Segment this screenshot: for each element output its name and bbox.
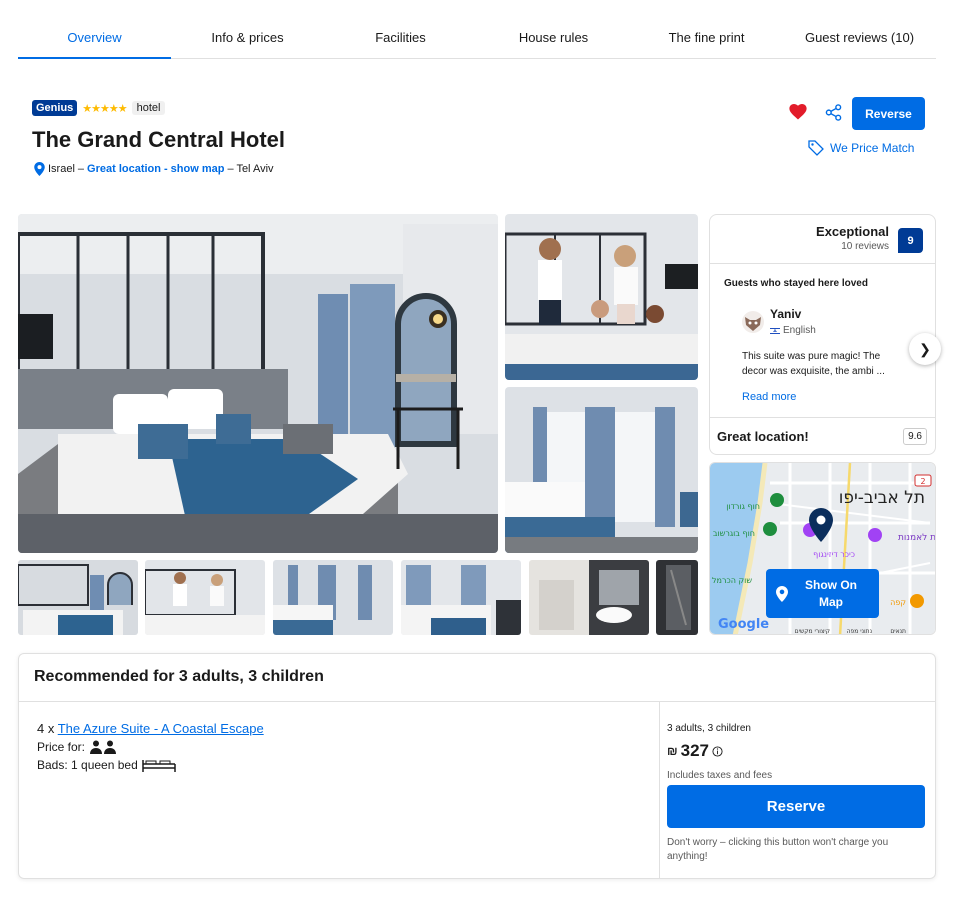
review-text: This suite was pure magic! The decor was…	[742, 351, 885, 377]
read-more-link[interactable]: Read more	[742, 391, 796, 403]
price-tag-icon	[808, 140, 824, 156]
map-label-bograshov: חוף בוגרשוב	[713, 529, 755, 538]
price-for-label: Price for:	[37, 740, 86, 754]
thumbnail-3[interactable]	[273, 560, 393, 635]
map-footer-shortcuts[interactable]: קיצורי מקשים	[795, 628, 830, 635]
family-photo-image	[505, 214, 698, 380]
divider	[659, 701, 660, 878]
price-match-label: We Price Match	[830, 141, 915, 155]
tab-facilities[interactable]: Facilities	[324, 18, 477, 58]
map-label-dizengoff: כיכר דיזינגוף	[813, 550, 855, 559]
show-on-map-button[interactable]: Show On Map	[766, 569, 879, 618]
divider	[19, 701, 935, 702]
star-rating: ★★★★★	[82, 102, 127, 115]
thumbnail-image	[529, 560, 649, 635]
reviewer-language: English	[770, 325, 816, 336]
hotel-badges: Genius ★★★★★ hotel	[32, 100, 166, 116]
address-country: Israel	[48, 163, 75, 175]
thumbnail-5[interactable]	[529, 560, 649, 635]
map-footer-data[interactable]: נתוני מפה	[847, 628, 872, 635]
guests-loved-heading: Guests who stayed here loved	[724, 278, 868, 289]
room-name-link[interactable]: The Azure Suite - A Coastal Escape	[58, 721, 264, 736]
bedroom-window-image	[505, 387, 698, 553]
tab-guest-reviews[interactable]: Guest reviews (10)	[783, 18, 936, 58]
thumbnail-image	[145, 560, 265, 635]
thumbnail-image	[18, 560, 138, 635]
hotel-address: Israel – Great location - show map – Tel A…	[34, 162, 274, 176]
tab-house-rules[interactable]: House rules	[477, 18, 630, 58]
bedroom-photo-2[interactable]	[505, 387, 698, 553]
thumbnail-image	[273, 560, 393, 635]
currency-symbol: ₪	[667, 744, 678, 758]
share-icon[interactable]	[825, 104, 842, 121]
two-persons-icon	[90, 740, 117, 754]
tab-info-prices[interactable]: Info & prices	[171, 18, 324, 58]
language-label: English	[783, 325, 816, 336]
taxes-note: Includes taxes and fees	[667, 770, 773, 781]
thumbnail-4[interactable]	[401, 560, 521, 635]
thumbnail-2[interactable]	[145, 560, 265, 635]
thumbnail-1[interactable]	[18, 560, 138, 635]
great-location-link[interactable]: Great location	[87, 163, 161, 175]
map-label-gordon: חוף גורדון	[726, 502, 760, 511]
location-score: 9.6	[903, 428, 927, 445]
tab-overview[interactable]: Overview	[18, 18, 171, 59]
divider	[710, 417, 935, 418]
reviewer-name: Yaniv	[770, 307, 802, 321]
reviewer-avatar-icon	[742, 311, 764, 333]
link-separator: -	[164, 163, 168, 175]
bed-label: Bads: 1 queen bed	[37, 758, 138, 772]
main-photo[interactable]	[18, 214, 498, 553]
address-separator: –	[77, 163, 85, 175]
genius-badge: Genius	[32, 100, 78, 116]
tab-fine-print[interactable]: The fine print	[630, 18, 783, 58]
show-on-map-label: Show On Map	[805, 577, 857, 609]
show-map-link[interactable]: show map	[171, 163, 225, 175]
map-label-carmel: שוק הכרמל	[712, 576, 752, 585]
room-line: 4 x The Azure Suite - A Coastal Escape	[37, 721, 264, 736]
next-review-button[interactable]: ❯	[909, 333, 941, 365]
map-city-label: תל אביב-יפו	[839, 488, 925, 508]
thumbnail-image	[401, 560, 521, 635]
score-word: Exceptional	[816, 224, 889, 239]
divider	[710, 263, 935, 264]
info-icon[interactable]	[712, 745, 723, 757]
thumbnail-6[interactable]	[656, 560, 698, 635]
bed-icon	[142, 760, 176, 772]
avatar	[742, 311, 764, 333]
map-label-cafe: קפה	[890, 598, 906, 607]
recommended-title: Recommended for 3 adults, 3 children	[34, 668, 324, 685]
review-score-badge: 9	[898, 228, 923, 253]
bed-info: Bads: 1 queen bed	[37, 758, 176, 772]
reserve-button[interactable]: Reserve	[667, 785, 925, 828]
price-match-link[interactable]: We Price Match	[808, 140, 914, 156]
google-logo: Google	[718, 617, 769, 632]
no-charge-note: Don't worry – clicking this button won't…	[667, 837, 889, 862]
occupancy: 3 adults, 3 children	[667, 723, 751, 734]
hotel-title: The Grand Central Hotel	[32, 127, 286, 152]
thumbnail-image	[656, 560, 698, 635]
review-count[interactable]: 10 reviews	[841, 241, 889, 252]
location-pin-icon	[34, 162, 45, 176]
price: ₪ 327	[667, 741, 723, 761]
map-label-art: ת לאמנות	[898, 533, 936, 543]
map-footer-terms[interactable]: תנאים	[890, 628, 906, 635]
address-city: – Tel Aviv	[227, 163, 274, 175]
family-photo[interactable]	[505, 214, 698, 380]
location-score-label: Great location!	[717, 429, 809, 444]
price-for: Price for:	[37, 740, 117, 754]
price-value: 327	[680, 741, 709, 760]
review-score-card: Exceptional 10 reviews 9 Guests who stay…	[709, 214, 936, 455]
property-type-badge: hotel	[131, 101, 166, 115]
nav-tabs: Overview Info & prices Facilities House …	[18, 18, 936, 59]
israel-flag-icon	[770, 326, 780, 335]
road-number: 2	[920, 477, 925, 486]
bedroom-photo	[18, 214, 498, 553]
recommended-section: Recommended for 3 adults, 3 children 4 x…	[18, 653, 936, 879]
heart-icon[interactable]	[789, 104, 807, 120]
chevron-right-icon: ❯	[919, 340, 931, 357]
room-quantity: 4 x	[37, 721, 58, 736]
reverse-button[interactable]: Reverse	[852, 97, 925, 130]
map-pin-icon	[776, 585, 788, 602]
